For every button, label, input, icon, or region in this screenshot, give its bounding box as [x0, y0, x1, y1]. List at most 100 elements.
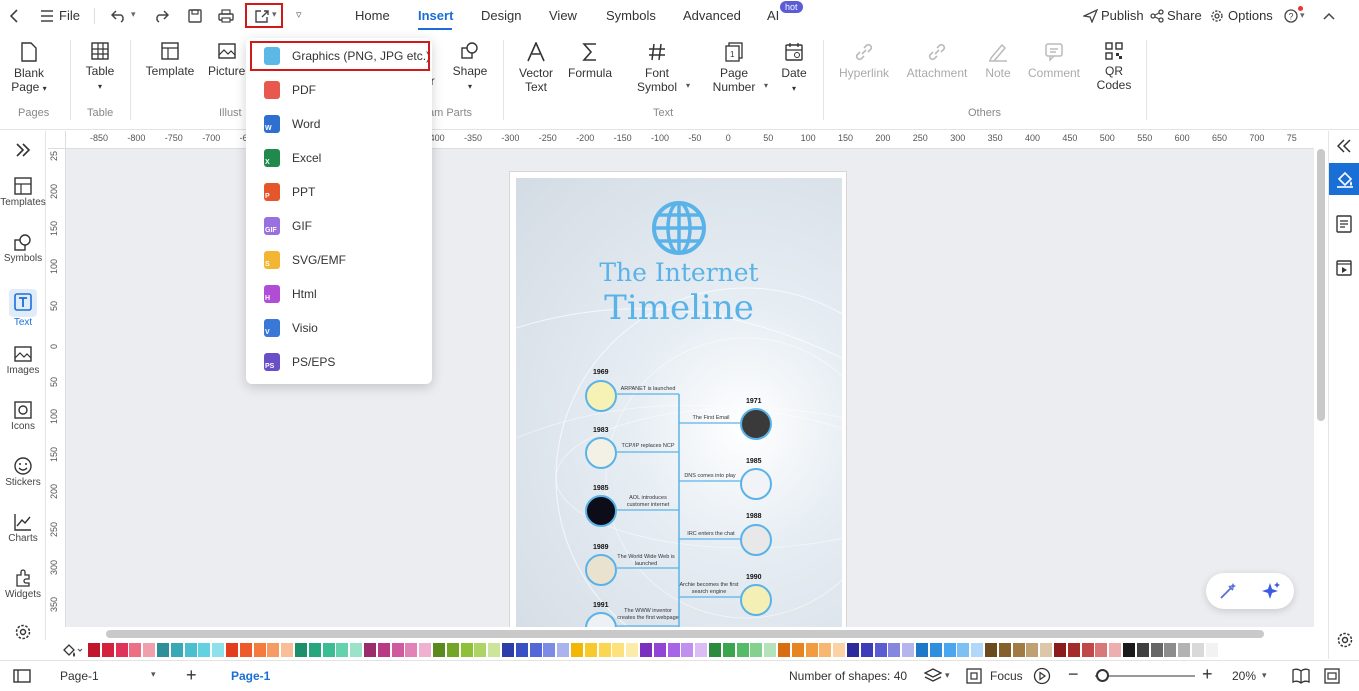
color-swatch[interactable]	[598, 643, 611, 657]
color-swatch[interactable]	[143, 643, 156, 657]
presentation-icon[interactable]	[1336, 259, 1352, 280]
color-swatch[interactable]	[626, 643, 639, 657]
color-swatch[interactable]	[902, 643, 915, 657]
export-menu-item[interactable]: H Html	[246, 279, 432, 309]
color-swatch[interactable]	[1012, 643, 1025, 657]
color-swatch[interactable]	[847, 643, 859, 657]
color-swatch[interactable]	[239, 643, 252, 657]
zoom-slider-track[interactable]	[1095, 675, 1195, 677]
page-tab-1[interactable]: Page-1	[231, 669, 270, 683]
sidebar-item-stickers[interactable]: Stickers	[0, 457, 46, 488]
export-menu-item[interactable]: X Excel	[246, 143, 432, 173]
focus-icon[interactable]	[966, 668, 982, 687]
export-menu-item[interactable]: W Word	[246, 109, 432, 139]
undo-icon[interactable]	[108, 5, 130, 27]
zoom-slider-thumb[interactable]	[1096, 669, 1109, 682]
comment-button[interactable]: Comment	[1024, 42, 1084, 80]
sidebar-item-text[interactable]: Text	[0, 289, 46, 328]
color-swatch[interactable]	[1123, 643, 1135, 657]
tab-design[interactable]: Design	[481, 8, 521, 23]
color-swatch[interactable]	[1095, 643, 1108, 657]
font-symbol-button[interactable]: Font Symbol	[634, 42, 680, 94]
color-swatch[interactable]	[446, 643, 459, 657]
color-swatch[interactable]	[1205, 643, 1218, 657]
page-number-button[interactable]: 1 Page Number	[708, 42, 760, 94]
fill-style-panel-button[interactable]	[1329, 163, 1359, 195]
zoom-level[interactable]: 20%	[1232, 669, 1256, 683]
settings-gear-icon[interactable]	[1336, 631, 1354, 652]
color-swatch[interactable]	[695, 643, 708, 657]
table-button[interactable]: Table ▾	[82, 42, 118, 94]
color-swatch[interactable]	[791, 643, 804, 657]
color-swatch[interactable]	[543, 643, 556, 657]
color-swatch[interactable]	[943, 643, 956, 657]
page-panel-toggle-icon[interactable]	[13, 669, 31, 686]
color-swatch[interactable]	[419, 643, 432, 657]
vertical-scroll-thumb[interactable]	[1317, 149, 1325, 421]
collapse-right-panel-icon[interactable]	[1336, 139, 1351, 156]
export-menu-item[interactable]: PS PS/EPS	[246, 347, 432, 377]
color-swatch[interactable]	[571, 643, 583, 657]
color-swatch[interactable]	[460, 643, 473, 657]
color-swatch[interactable]	[998, 643, 1011, 657]
page-select[interactable]: Page-1	[60, 669, 99, 683]
color-swatch[interactable]	[295, 643, 307, 657]
color-swatch[interactable]	[557, 643, 570, 657]
tab-insert[interactable]: Insert	[418, 8, 453, 23]
zoom-dropdown-icon[interactable]: ▾	[1262, 670, 1267, 681]
date-button[interactable]: Date ▾	[778, 42, 810, 96]
tab-advanced[interactable]: Advanced	[683, 8, 741, 23]
color-swatch[interactable]	[640, 643, 652, 657]
horizontal-scroll-thumb[interactable]	[106, 630, 1264, 638]
color-swatch[interactable]	[1067, 643, 1080, 657]
color-swatch[interactable]	[805, 643, 818, 657]
options-button[interactable]: Options	[1228, 8, 1273, 23]
color-swatch[interactable]	[488, 643, 501, 657]
fit-page-icon[interactable]	[1324, 668, 1340, 687]
export-menu-item[interactable]: GIF GIF	[246, 211, 432, 241]
color-swatch[interactable]	[916, 643, 928, 657]
color-swatch[interactable]	[308, 643, 321, 657]
color-swatch[interactable]	[474, 643, 487, 657]
color-swatch[interactable]	[833, 643, 846, 657]
color-swatch[interactable]	[778, 643, 790, 657]
ai-sparkle-icon[interactable]	[1260, 581, 1282, 604]
export-menu-item[interactable]: PDF	[246, 75, 432, 105]
color-swatch[interactable]	[1081, 643, 1094, 657]
zoom-out-icon[interactable]: −	[1068, 664, 1079, 685]
color-swatch[interactable]	[1040, 643, 1053, 657]
color-swatch[interactable]	[819, 643, 832, 657]
tab-symbols[interactable]: Symbols	[606, 8, 656, 23]
layers-dropdown-icon[interactable]: ▾	[945, 670, 950, 681]
internet-timeline-poster[interactable]: The Internet Timeline 1969 ARPANET is la…	[516, 178, 842, 627]
save-icon[interactable]	[184, 5, 206, 27]
play-icon[interactable]	[1033, 667, 1051, 688]
qr-codes-button[interactable]: QR Codes	[1094, 42, 1134, 92]
color-swatch[interactable]	[985, 643, 997, 657]
export-menu-item[interactable]: S SVG/EMF	[246, 245, 432, 275]
page-select-dropdown-icon[interactable]: ▾	[151, 669, 156, 680]
color-swatch[interactable]	[1164, 643, 1177, 657]
color-swatch[interactable]	[212, 643, 225, 657]
help-dropdown-icon[interactable]: ▾	[1300, 10, 1305, 21]
collapse-ribbon-icon[interactable]	[1318, 5, 1340, 27]
book-view-icon[interactable]	[1292, 668, 1310, 687]
color-swatch[interactable]	[736, 643, 749, 657]
color-swatch[interactable]	[391, 643, 404, 657]
color-swatch[interactable]	[722, 643, 735, 657]
file-menu[interactable]: File	[59, 8, 80, 23]
color-swatch[interactable]	[750, 643, 763, 657]
vector-text-button[interactable]: Vector Text	[514, 42, 558, 94]
color-swatch[interactable]	[515, 643, 528, 657]
blank-page-button[interactable]: Blank Page ▾	[10, 42, 48, 96]
color-swatch[interactable]	[1192, 643, 1204, 657]
layers-icon[interactable]	[923, 668, 943, 687]
color-swatch[interactable]	[667, 643, 680, 657]
document-page[interactable]: The Internet Timeline 1969 ARPANET is la…	[509, 171, 847, 627]
sidebar-item-symbols[interactable]: Symbols	[0, 233, 46, 264]
back-icon[interactable]	[4, 5, 26, 27]
color-swatch[interactable]	[267, 643, 280, 657]
color-swatch[interactable]	[336, 643, 349, 657]
color-swatch[interactable]	[281, 643, 294, 657]
formula-button[interactable]: Formula	[566, 42, 614, 80]
